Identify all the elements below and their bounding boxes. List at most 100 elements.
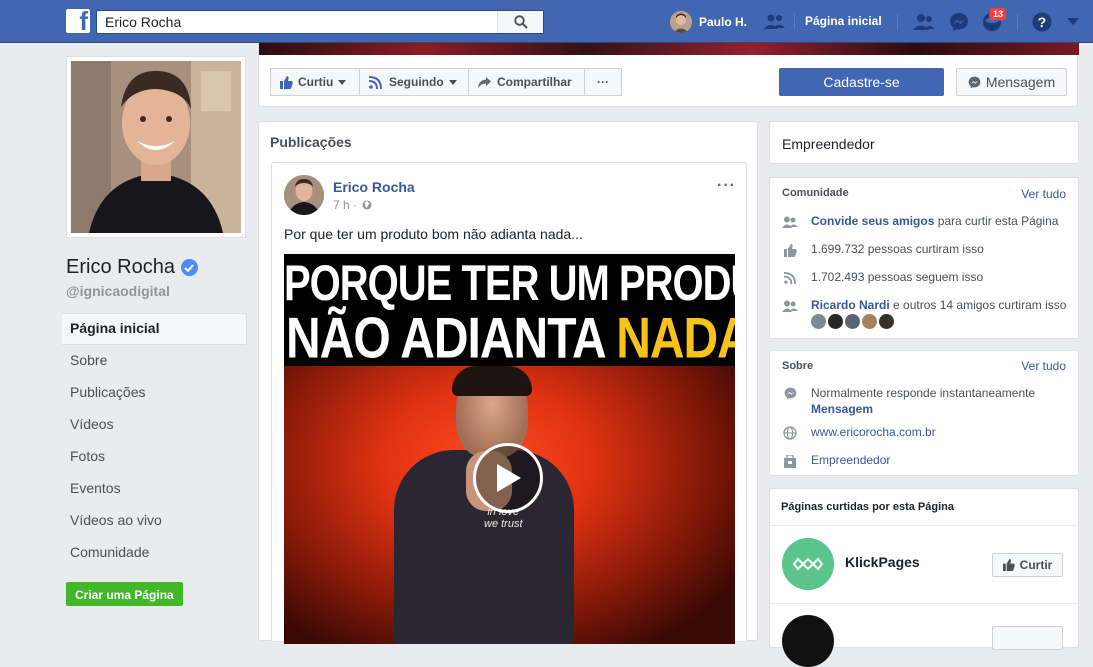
facebook-logo-icon[interactable]: f — [66, 9, 90, 33]
liked-page-item: KlickPages Curtir — [770, 525, 1080, 603]
search-button[interactable] — [497, 11, 543, 33]
friends-liked-row: Ricardo Nardi e outros 14 amigos curtira… — [782, 298, 1072, 314]
friends-liked-text: e outros 14 amigos curtiram isso — [889, 298, 1067, 312]
verified-badge-icon — [180, 259, 198, 276]
page-name-text: Erico Rocha — [66, 256, 175, 278]
account-menu-chevron-down-icon[interactable] — [1062, 11, 1084, 33]
top-navigation-bar: f Paulo H. Página inicial 13 ? — [0, 0, 1093, 43]
about-message-link[interactable]: Mensagem — [811, 402, 873, 416]
nav-item-community[interactable]: Comunidade — [62, 537, 247, 569]
liked-pages-title: Páginas curtidas por esta Página — [781, 501, 955, 513]
sign-up-button[interactable]: Cadastre-se — [779, 68, 944, 96]
play-button-icon[interactable] — [473, 443, 543, 513]
friend-avatar[interactable] — [828, 314, 843, 329]
chevron-down-icon — [338, 79, 347, 85]
create-page-button[interactable]: Criar uma Página — [66, 582, 183, 606]
thumbs-up-icon — [782, 242, 798, 258]
friend-name-link[interactable]: Ricardo Nardi — [811, 298, 890, 312]
speaker-hair — [452, 366, 532, 396]
video-title-line1: PORQUE TER UM PRODUTO BOM — [284, 256, 735, 311]
divider — [770, 603, 1080, 604]
category-row: Empreendedor — [782, 453, 1072, 469]
search-icon — [513, 15, 528, 29]
website-row: www.ericorocha.com.br — [782, 425, 1072, 441]
nav-divider — [1017, 14, 1018, 30]
invite-friends-text: para curtir esta Página — [934, 214, 1059, 228]
publications-title: Publicações — [270, 134, 352, 150]
rss-icon — [782, 270, 798, 286]
friend-requests-icon[interactable] — [913, 11, 935, 33]
friend-avatars — [811, 314, 894, 329]
likes-count-row: 1.699.732 pessoas curtiram isso — [782, 242, 1072, 258]
post-video[interactable]: PORQUE TER UM PRODUTO BOM NÃO ADIANTA NA… — [284, 254, 735, 644]
message-button[interactable]: Mensagem — [956, 68, 1067, 96]
publications-section: Publicações Erico Rocha 7 h · ··· Por qu… — [258, 121, 758, 644]
search-input[interactable] — [97, 11, 497, 33]
post-author-name[interactable]: Erico Rocha — [333, 179, 415, 195]
community-see-all-link[interactable]: Ver tudo — [1021, 187, 1066, 201]
category-tag-icon — [782, 453, 798, 469]
nav-divider — [897, 14, 898, 30]
share-label: Compartilhar — [497, 75, 572, 89]
rss-icon — [369, 75, 382, 89]
community-card: Comunidade Ver tudo Convide seus amigos … — [769, 177, 1079, 339]
liked-button[interactable]: Curtiu — [270, 68, 360, 96]
globe-icon — [782, 425, 798, 441]
response-time-row: Normalmente responde instantaneamente Men… — [782, 385, 1072, 417]
like-page-label: Curtir — [1019, 558, 1053, 572]
liked-page-logo-icon[interactable] — [782, 615, 834, 667]
friend-avatar[interactable] — [811, 314, 826, 329]
friend-avatar[interactable] — [862, 314, 877, 329]
more-options-button[interactable]: ··· — [584, 68, 622, 96]
page-category: Empreendedor — [782, 136, 875, 152]
like-page-button[interactable]: Curtir — [992, 553, 1063, 577]
nav-item-videos[interactable]: Vídeos — [62, 409, 247, 441]
category-link[interactable]: Empreendedor — [811, 453, 890, 467]
page-username[interactable]: @ignicaodigital — [66, 283, 170, 299]
liked-pages-card: Páginas curtidas por esta Página KlickPa… — [769, 488, 1080, 667]
liked-label: Curtiu — [298, 75, 334, 89]
people-icon — [782, 214, 798, 230]
friend-avatar[interactable] — [879, 314, 894, 329]
invite-friends-row: Convide seus amigos para curtir esta Pág… — [782, 214, 1072, 230]
chevron-down-icon — [448, 79, 457, 85]
post-timestamp[interactable]: 7 h · — [333, 198, 372, 212]
nav-item-photos[interactable]: Fotos — [62, 441, 247, 473]
liked-page-name[interactable]: KlickPages — [845, 554, 920, 570]
nav-item-home[interactable]: Página inicial — [62, 313, 247, 345]
thumbs-up-icon — [280, 75, 293, 89]
following-button[interactable]: Seguindo — [359, 68, 469, 96]
category-card: Empreendedor — [769, 121, 1079, 164]
home-link[interactable]: Página inicial — [805, 14, 882, 28]
invite-friends-link[interactable]: Convide seus amigos — [811, 214, 934, 228]
share-arrow-icon — [478, 76, 491, 88]
nav-item-events[interactable]: Eventos — [62, 473, 247, 505]
friend-avatar[interactable] — [845, 314, 860, 329]
cover-photo[interactable] — [259, 43, 1079, 55]
search-box — [96, 10, 544, 34]
nav-item-live-videos[interactable]: Vídeos ao vivo — [62, 505, 247, 537]
messenger-icon[interactable] — [948, 11, 970, 33]
thumbs-up-icon — [1002, 559, 1015, 571]
response-time-text: Normalmente responde instantaneamente — [811, 386, 1036, 400]
about-see-all-link[interactable]: Ver tudo — [1021, 359, 1066, 373]
page-name: Erico Rocha — [66, 256, 198, 279]
user-profile-link[interactable]: Paulo H. — [670, 11, 747, 33]
help-icon[interactable]: ? — [1031, 11, 1053, 33]
page-navigation: Página inicial Sobre Publicações Vídeos … — [62, 313, 247, 569]
post-options-icon[interactable]: ··· — [717, 177, 736, 195]
find-friends-icon[interactable] — [764, 11, 786, 33]
share-button[interactable]: Compartilhar — [468, 68, 585, 96]
post-author-avatar[interactable] — [284, 175, 324, 215]
nav-item-about[interactable]: Sobre — [62, 345, 247, 377]
avatar — [670, 11, 692, 33]
website-link[interactable]: www.ericorocha.com.br — [811, 425, 936, 439]
profile-picture[interactable] — [66, 56, 246, 238]
message-label: Mensagem — [985, 74, 1056, 90]
nav-item-posts[interactable]: Publicações — [62, 377, 247, 409]
notification-count-badge: 13 — [989, 7, 1008, 21]
messenger-icon — [968, 76, 981, 88]
video-title-line2: NÃO ADIANTA NADA — [286, 306, 735, 372]
klickpages-logo-icon[interactable] — [782, 538, 834, 590]
post-text: Por que ter um produto bom não adianta n… — [284, 226, 583, 242]
